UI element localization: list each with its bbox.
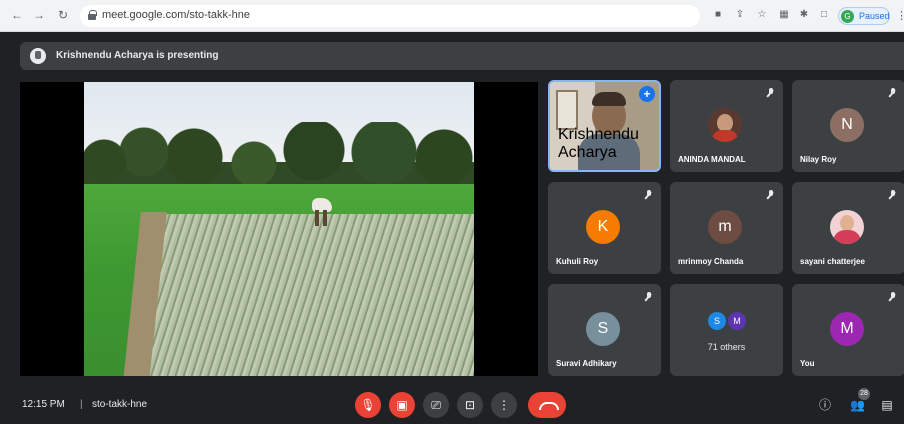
presenter-icon [30, 48, 46, 64]
participant-name: Nilay Roy [800, 155, 837, 164]
share-icon[interactable]: ⇪ [734, 9, 746, 21]
participant-tile[interactable]: sayani chatterjee [792, 182, 904, 274]
avatar: K [586, 210, 620, 244]
others-count: 71 others [707, 342, 746, 352]
participant-name: Suravi Adhikary [556, 359, 617, 368]
mic-toggle-button[interactable]: 🎙 [355, 392, 381, 418]
mic-off-icon [645, 190, 653, 200]
bookmark-star-icon[interactable]: ☆ [756, 9, 768, 21]
captions-button[interactable]: ⎚ [423, 392, 449, 418]
others-tile[interactable]: S M 71 others [670, 284, 783, 376]
avatar: M [830, 312, 864, 346]
browser-toolbar: ← → ↻ meet.google.com/sto-takk-hne ■ ⇪ ☆… [0, 0, 904, 32]
participant-tile[interactable]: K Kuhuli Roy [548, 182, 661, 274]
more-options-button[interactable]: ⋮ [491, 392, 517, 418]
participant-name: mrinmoy Chanda [678, 257, 744, 266]
avatar [708, 108, 742, 142]
more-vert-icon[interactable]: ⋮ [896, 9, 904, 22]
info-icon[interactable]: ⓘ [818, 398, 832, 412]
participant-tile-presenter[interactable]: + Krishnendu Acharya [548, 80, 661, 172]
participant-name: You [800, 359, 815, 368]
avatar: G [841, 10, 854, 23]
meeting-time: 12:15 PM [22, 399, 65, 410]
camera-toggle-button[interactable]: ▣ [389, 392, 415, 418]
puzzle-icon[interactable]: ✱ [798, 9, 810, 21]
avatar: S [586, 312, 620, 346]
separator: | [80, 399, 83, 410]
pin-icon[interactable]: + [639, 86, 655, 102]
participant-tile[interactable]: N Nilay Roy [792, 80, 904, 172]
presenting-banner: Krishnendu Acharya is presenting [20, 42, 904, 70]
presenting-text: Krishnendu Acharya is presenting [56, 50, 219, 61]
participant-tile[interactable]: m mrinmoy Chanda [670, 182, 783, 274]
present-button[interactable]: ⊡ [457, 392, 483, 418]
participant-name: ANINDA MANDAL [678, 155, 746, 164]
address-bar[interactable]: meet.google.com/sto-takk-hne [80, 5, 700, 27]
leave-call-button[interactable] [528, 392, 566, 418]
url-text: meet.google.com/sto-takk-hne [102, 9, 250, 21]
mic-off-icon [767, 88, 775, 98]
participant-name: Kuhuli Roy [556, 257, 599, 266]
avatar: m [708, 210, 742, 244]
extension-icon[interactable]: ▦ [778, 9, 790, 21]
mic-off-icon [645, 292, 653, 302]
presented-image [84, 82, 474, 376]
reload-icon[interactable]: ↻ [56, 8, 70, 22]
presentation-stage [20, 82, 538, 376]
avatar: S [708, 312, 726, 330]
window-icon[interactable]: □ [818, 9, 830, 21]
mic-off-icon [889, 292, 897, 302]
lock-icon [88, 10, 97, 20]
mic-off-icon [889, 190, 897, 200]
participant-tile[interactable]: S Suravi Adhikary [548, 284, 661, 376]
participant-name: Krishnendu Acharya [558, 126, 639, 161]
camera-icon[interactable]: ■ [712, 9, 724, 21]
forward-icon[interactable]: → [32, 8, 46, 22]
participant-name: sayani chatterjee [800, 257, 865, 266]
profile-status: Paused [859, 11, 890, 21]
chat-icon[interactable]: ▤ [880, 398, 894, 412]
people-icon[interactable]: 👥 [850, 398, 865, 412]
avatar [830, 210, 864, 244]
avatar: N [830, 108, 864, 142]
participant-tile-self[interactable]: M You [792, 284, 904, 376]
profile-button[interactable]: G Paused [838, 7, 890, 25]
participant-tile[interactable]: ANINDA MANDAL [670, 80, 783, 172]
back-icon[interactable]: ← [10, 8, 24, 22]
control-bar: 12:15 PM | sto-takk-hne 🎙 ▣ ⎚ ⊡ ⋮ ⓘ 👥 28… [0, 386, 904, 424]
mic-off-icon [889, 88, 897, 98]
meeting-code: sto-takk-hne [92, 399, 148, 410]
avatar: M [728, 312, 746, 330]
participants-count-badge: 28 [858, 388, 870, 400]
mic-off-icon [767, 190, 775, 200]
